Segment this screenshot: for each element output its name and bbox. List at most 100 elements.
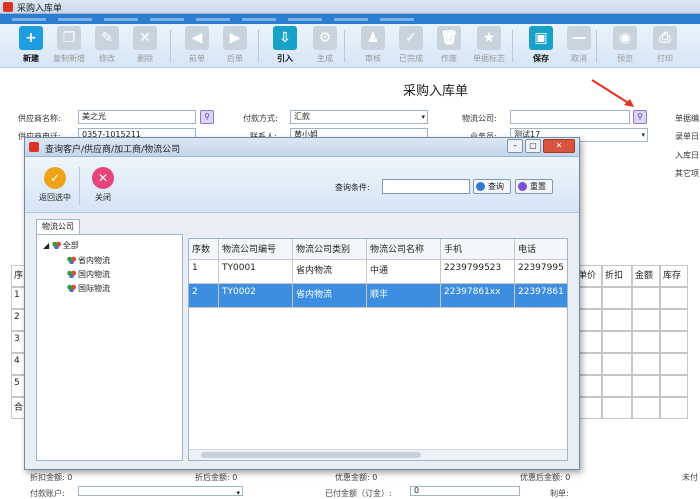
table-cell: 省内物流 (293, 260, 367, 284)
toolbar-button-1[interactable]: ❐ 复制新增 (50, 26, 88, 66)
toolbar-label: 新建 (23, 54, 39, 63)
prev-icon: ◀ (185, 26, 209, 50)
tree-item-international[interactable]: 国际物流 (67, 283, 110, 294)
window-title: 采购入库单 (17, 4, 63, 14)
table-cell: 22397861 (515, 284, 567, 308)
payment-select[interactable]: 汇款 (290, 110, 428, 124)
cancel-icon: — (567, 26, 591, 50)
logistics-grid[interactable]: 22397861 22397861xx 顺丰 省内物流 TY0002 2 22397995 2… (188, 238, 568, 461)
logistics-label: 物流公司: (462, 114, 497, 123)
toolbar-button-4[interactable]: ◀ 前单 (178, 26, 216, 66)
after-promo-label: 优惠后金额: 0 (520, 473, 571, 482)
column-header[interactable]: 物流公司类别 (293, 239, 367, 260)
import-icon: ⇩ (273, 26, 297, 50)
toolbar-label: 复制新增 (53, 54, 85, 63)
save-icon: ▣ (529, 26, 553, 50)
grid-row-index: 1 (11, 287, 25, 309)
delete-icon: ✕ (133, 26, 157, 50)
logistics-field[interactable] (510, 110, 630, 124)
toolbar-button-15[interactable]: ⎙ 打印 (646, 26, 684, 66)
toolbar-button-6[interactable]: ⇩ 引入 (266, 26, 304, 66)
grid-cell (602, 375, 632, 397)
tab-logistics[interactable]: 物流公司 (36, 219, 80, 234)
grid-cell (632, 375, 660, 397)
paid-amount-field[interactable]: 0 (410, 486, 520, 496)
toolbar-button-9[interactable]: ✓ 已完成 (392, 26, 430, 66)
toolbar-button-12[interactable]: ▣ 保存 (522, 26, 560, 66)
grid-cell (660, 397, 688, 419)
toolbar-label: 预览 (617, 54, 633, 63)
copy-icon: ❐ (57, 26, 81, 50)
toolbar-label: 审核 (365, 54, 381, 63)
paid-amount-label: 已付金额（订金）: (325, 489, 392, 498)
maximize-button[interactable]: ▢ (525, 139, 541, 153)
dialog-close-button[interactable]: ✕ 关闭 (81, 167, 125, 203)
grid-cell (602, 331, 632, 353)
toolbar-button-8[interactable]: ♟ 审核 (354, 26, 392, 66)
other-label: 其它项 (675, 169, 699, 178)
grid-row-index: 3 (11, 331, 25, 353)
return-selected-button[interactable]: ✓ 返回选中 (33, 167, 77, 203)
column-header[interactable]: 物流公司名称 (367, 239, 441, 260)
group-icon (51, 241, 61, 249)
grid-row-index: 2 (11, 309, 25, 331)
grid-header-index: 序 (11, 265, 25, 287)
dialog-logo-icon (29, 142, 39, 152)
grid-cell (660, 309, 688, 331)
grid-cell (632, 331, 660, 353)
dialog-close-icon[interactable]: ✕ (543, 139, 575, 153)
pay-account-select[interactable] (78, 486, 243, 499)
table-cell: 22397995 (515, 260, 567, 284)
toolbar-button-0[interactable]: + 新建 (12, 26, 50, 66)
toolbar-label: 打印 (657, 54, 673, 63)
promo-amount-label: 优惠金额: 0 (335, 473, 378, 482)
grid-header-3: 金额 (632, 265, 660, 287)
reset-button[interactable]: 重置 (515, 179, 553, 194)
toolbar-label: 单据标志 (473, 54, 505, 63)
toolbar-button-11[interactable]: ★ 单据标志 (470, 26, 508, 66)
edit-icon: ✎ (95, 26, 119, 50)
table-cell: 2 (189, 284, 219, 308)
query-input[interactable] (382, 179, 470, 194)
grid-cell (602, 397, 632, 419)
supplier-pick-icon[interactable]: ⚲ (200, 110, 214, 124)
minimize-button[interactable]: – (507, 139, 523, 153)
main-toolbar: + 新建 ❐ 复制新增 ✎ 修改 ✕ 删除 ◀ 前单 ▶ 后单 ⇩ 引入 ⚙ 生成 ♟ 审核 ✓ 已完成 🗑 作废 ★ 单据标… (0, 24, 700, 68)
toolbar-button-7[interactable]: ⚙ 生成 (306, 26, 344, 66)
preview-icon: ◉ (613, 26, 637, 50)
toolbar-button-5[interactable]: ▶ 后单 (216, 26, 254, 66)
maker-label: 制单: (550, 489, 569, 498)
column-header[interactable]: 电话 (515, 239, 567, 260)
supplier-name-field[interactable]: 美之光 (78, 110, 196, 124)
tree-root[interactable]: ◢ 全部 (43, 240, 79, 251)
print-icon: ⎙ (653, 26, 677, 50)
toolbar-button-13[interactable]: — 取消 (560, 26, 598, 66)
dialog-title: 查询客户/供应商/加工商/物流公司 (45, 145, 181, 155)
toolbar-label: 作废 (441, 54, 457, 63)
table-cell: TY0001 (219, 260, 293, 284)
horizontal-scrollbar[interactable] (189, 449, 567, 460)
next-icon: ▶ (223, 26, 247, 50)
search-icon (476, 182, 485, 191)
toolbar-button-10[interactable]: 🗑 作废 (430, 26, 468, 66)
grid-row-index: 4 (11, 353, 25, 375)
group-icon (67, 256, 76, 264)
toolbar-label: 删除 (137, 54, 153, 63)
tree-item-domestic[interactable]: 国内物流 (67, 269, 110, 280)
menu-bar[interactable] (0, 14, 700, 24)
search-button[interactable]: 查询 (473, 179, 511, 194)
table-cell: 22397861xx (441, 284, 515, 308)
dialog-toolbar: ✓ 返回选中 ✕ 关闭 查询条件: 查询 重置 (25, 157, 579, 213)
toolbar-button-14[interactable]: ◉ 预览 (606, 26, 644, 66)
column-header[interactable]: 物流公司编号 (219, 239, 293, 260)
group-icon (67, 284, 76, 292)
audit-icon: ♟ (361, 26, 385, 50)
toolbar-button-2[interactable]: ✎ 修改 (88, 26, 126, 66)
grid-cell (660, 331, 688, 353)
column-header[interactable]: 序数 (189, 239, 219, 260)
logistics-pick-icon[interactable]: ⚲ (633, 110, 647, 124)
tree-item-province[interactable]: 省内物流 (67, 255, 110, 266)
column-header[interactable]: 手机 (441, 239, 515, 260)
discounted-amount-label: 折扣金额: 0 (30, 473, 73, 482)
toolbar-button-3[interactable]: ✕ 删除 (126, 26, 164, 66)
